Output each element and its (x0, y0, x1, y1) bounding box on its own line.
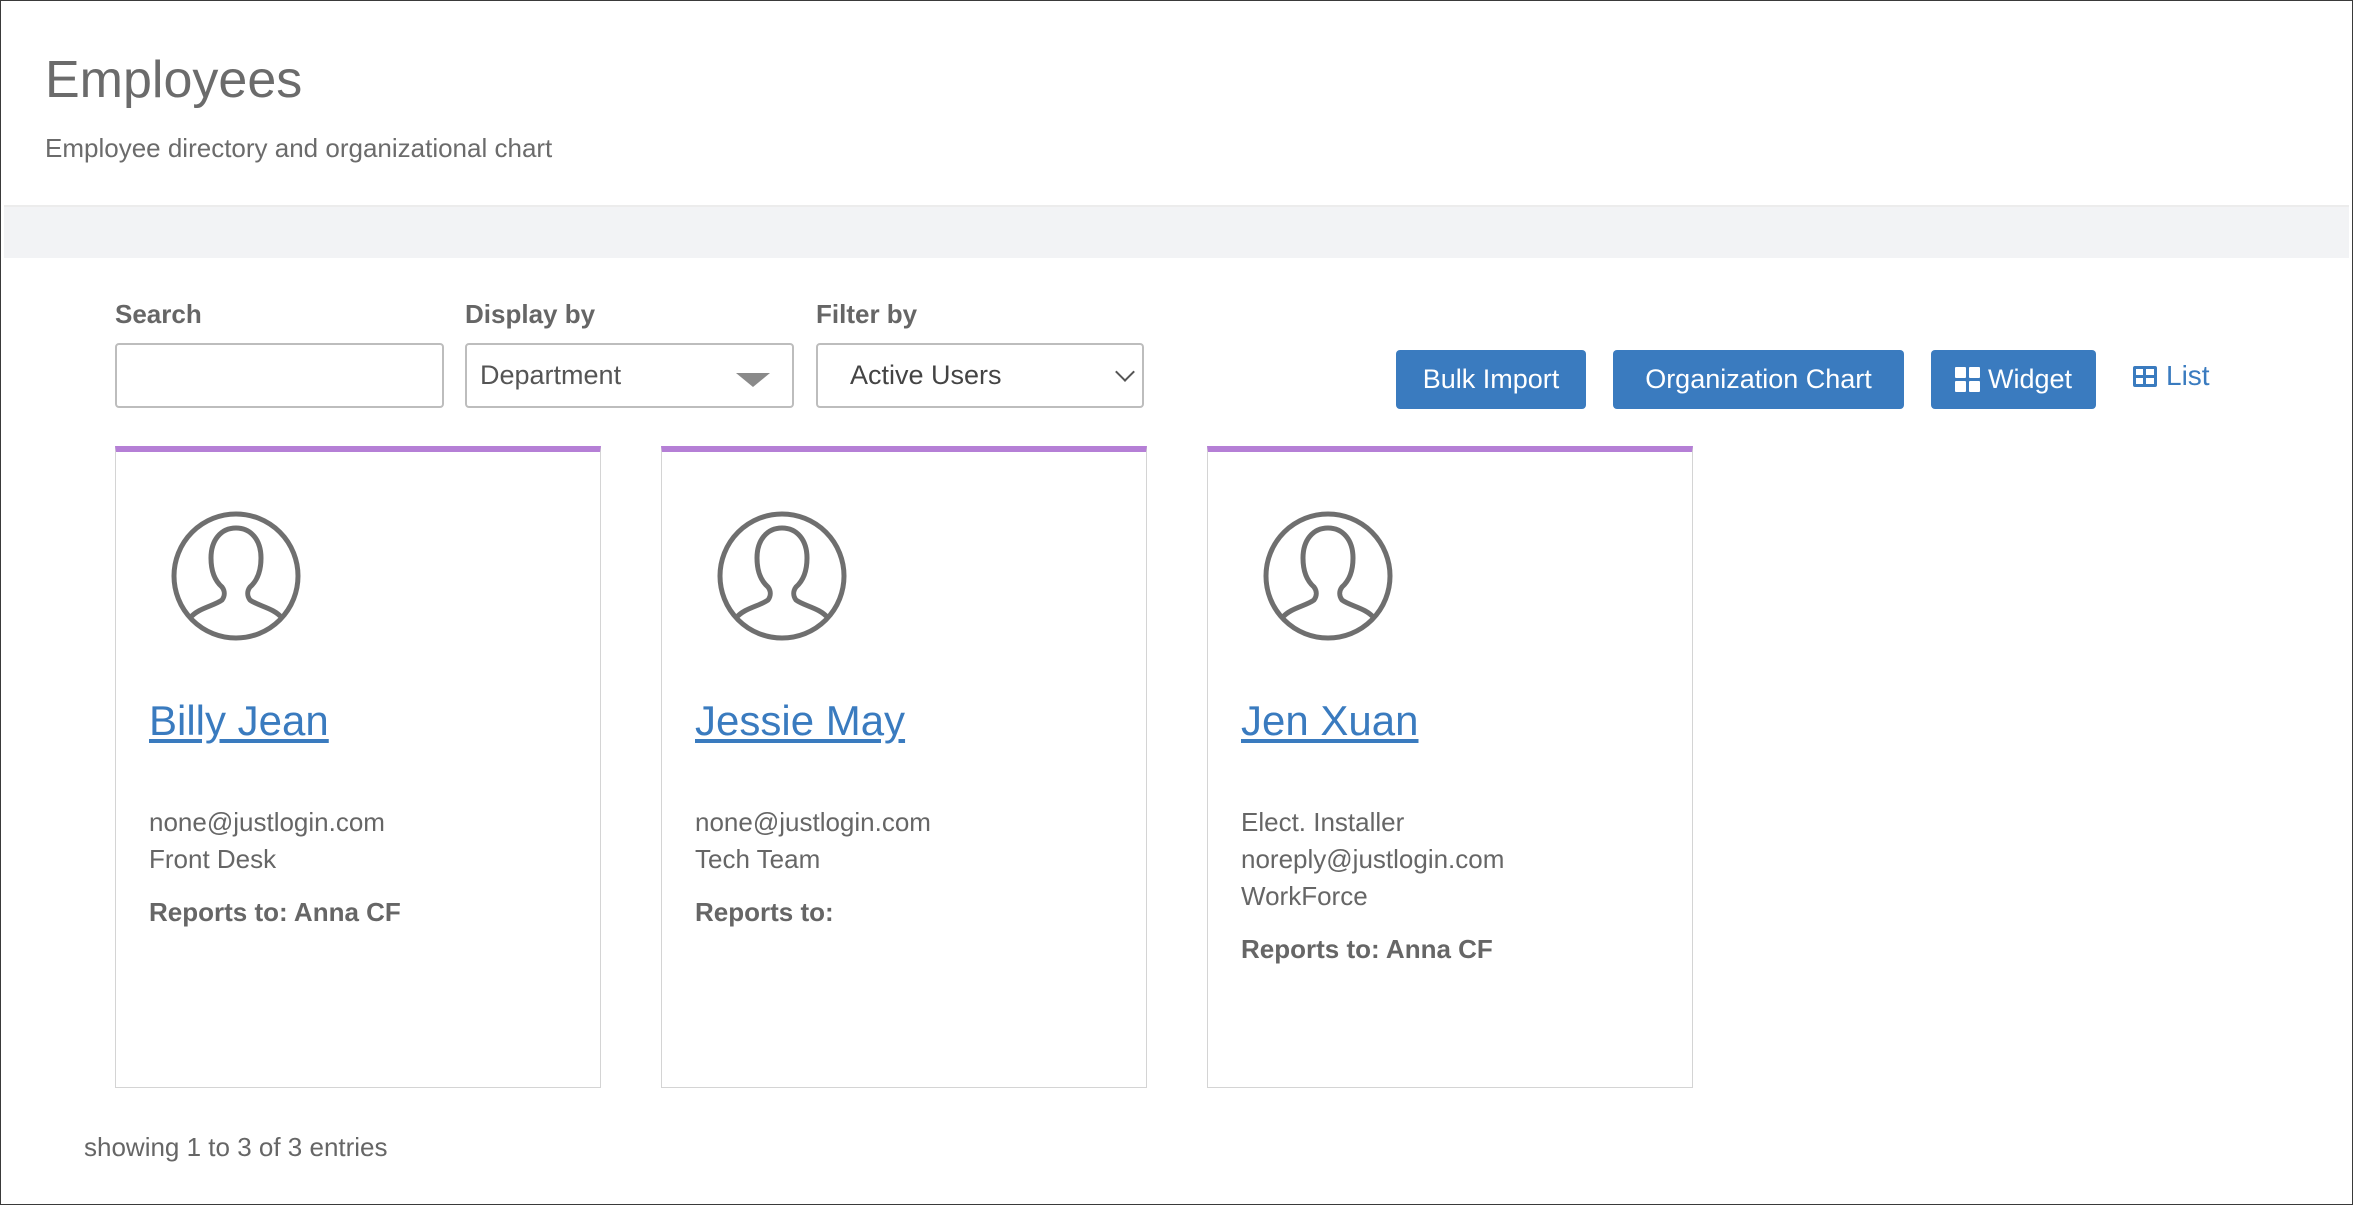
employee-reports-to: Reports to: Anna CF (149, 897, 401, 927)
organization-chart-button[interactable]: Organization Chart (1613, 350, 1904, 409)
page-subtitle: Employee directory and organizational ch… (45, 133, 553, 163)
employee-reports-to: Reports to: (695, 897, 834, 927)
filter-by-value: Active Users (850, 360, 1002, 390)
employee-department: Front Desk (149, 844, 277, 874)
employee-card: Billy Jean none@justlogin.com Front Desk… (115, 446, 601, 1088)
list-view-label: List (2166, 360, 2210, 391)
user-avatar-icon (1263, 511, 1393, 641)
employee-details: none@justlogin.com Tech Team Reports to: (695, 804, 931, 931)
list-view-link[interactable]: List (2133, 362, 2210, 390)
chevron-down-icon (1115, 362, 1135, 382)
widget-view-label: Widget (1987, 364, 2073, 394)
employee-department: Tech Team (695, 844, 821, 874)
caret-down-icon (736, 373, 770, 387)
search-input[interactable] (115, 343, 444, 408)
employee-cards: Billy Jean none@justlogin.com Front Desk… (115, 446, 1715, 1088)
table-icon (2133, 365, 2157, 387)
grid-icon (1954, 367, 1980, 392)
filter-by-label: Filter by (816, 299, 918, 329)
employee-card: Jen Xuan Elect. Installer noreply@justlo… (1207, 446, 1693, 1088)
employee-email: none@justlogin.com (695, 807, 931, 837)
user-avatar-icon (171, 511, 301, 641)
employee-job-title: Elect. Installer (1241, 807, 1405, 837)
bulk-import-button[interactable]: Bulk Import (1396, 350, 1586, 409)
employee-details: Elect. Installer noreply@justlogin.com W… (1241, 804, 1504, 968)
user-avatar-icon (717, 511, 847, 641)
employee-reports-to: Reports to: Anna CF (1241, 934, 1493, 964)
header-band (4, 207, 2349, 258)
employee-department: WorkForce (1241, 881, 1368, 911)
page-header: Employees Employee directory and organiz… (0, 0, 2353, 207)
employee-email: noreply@justlogin.com (1241, 844, 1505, 874)
employee-card: Jessie May none@justlogin.com Tech Team … (661, 446, 1147, 1088)
display-by-select[interactable]: Department (465, 343, 794, 408)
employee-email: none@justlogin.com (149, 807, 385, 837)
display-by-value: Department (480, 360, 622, 390)
display-by-label: Display by (465, 299, 596, 329)
filter-by-select[interactable]: Active Users (816, 343, 1144, 408)
employee-name-link[interactable]: Billy Jean (149, 700, 329, 742)
entries-count: showing 1 to 3 of 3 entries (84, 1132, 388, 1162)
page-title: Employees (45, 51, 303, 109)
employee-details: none@justlogin.com Front Desk Reports to… (149, 804, 401, 931)
search-label: Search (115, 299, 202, 329)
employee-name-link[interactable]: Jen Xuan (1241, 700, 1418, 742)
widget-view-button[interactable]: Widget (1931, 350, 2096, 409)
employee-name-link[interactable]: Jessie May (695, 700, 905, 742)
